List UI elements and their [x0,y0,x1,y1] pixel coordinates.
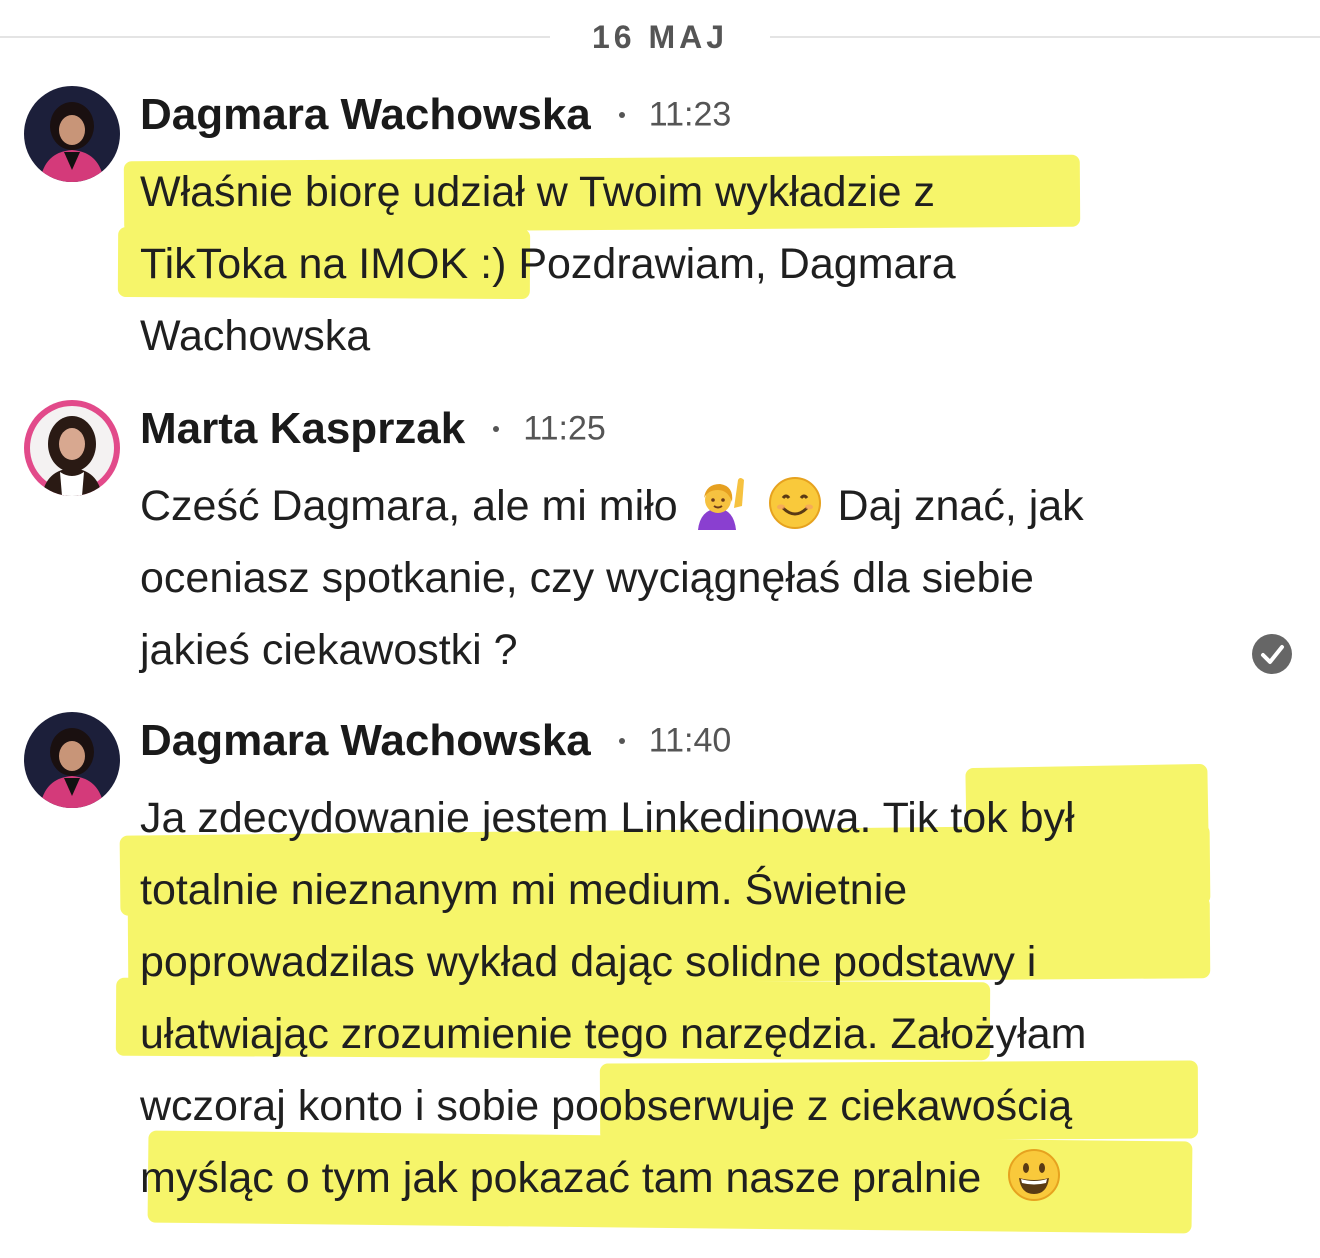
message-text-line: TikToka na IMOK :) Pozdrawiam, Dagmara [140,240,956,288]
avatar[interactable] [24,86,120,182]
divider [770,36,1320,38]
separator-dot [618,738,625,744]
sender-name[interactable]: Marta Kasprzak [140,404,465,453]
date-separator: 16 MAJ [0,14,1320,62]
message-text-line: wczoraj konto i sobie poobserwuje z ciek… [140,1082,1073,1130]
message-header: Dagmara Wachowska 11:40 [140,716,731,768]
message-text: Cześć Dagmara, ale mi miło [140,482,678,530]
avatar[interactable] [24,400,120,496]
message-header: Dagmara Wachowska 11:23 [140,90,731,142]
timestamp: 11:40 [648,721,732,760]
avatar[interactable] [24,712,120,808]
message-text-line: oceniasz spotkanie, czy wyciągnęłaś dla … [140,554,1034,602]
message-text-line: poprowadzilas wykład dając solidne podst… [140,938,1037,986]
raising-hand-emoji [694,476,748,530]
message-text-line: myśląc o tym jak pokazać tam nasze praln… [140,1142,1065,1214]
message-text-line: jakieś ciekawostki ? [140,626,518,674]
message-text-line: Cześć Dagmara, ale mi miło Daj znać, jak [140,470,1084,542]
separator-dot [493,426,500,432]
message-text-line: Ja zdecydowanie jestem Linkedinowa. Tik … [140,794,1075,842]
message-text-line: Wachowska [140,312,371,360]
sender-name[interactable]: Dagmara Wachowska [140,716,591,765]
message-text: myśląc o tym jak pokazać tam nasze praln… [140,1154,982,1202]
grinning-face-emoji [1007,1148,1061,1202]
message-header: Marta Kasprzak 11:25 [140,404,606,456]
message-text: Daj znać, jak [837,482,1084,530]
message-text-line: totalnie nieznanym mi medium. Świetnie [140,866,908,914]
timestamp: 11:25 [523,409,606,448]
divider [0,36,550,38]
message-text-line: ułatwiając zrozumienie tego narzędzia. Z… [140,1010,1087,1058]
separator-dot [618,112,625,118]
date-label: 16 MAJ [591,19,729,55]
check-icon [1252,634,1292,674]
message-text-line: Właśnie biorę udział w Twoim wykładzie z [140,168,935,216]
sender-name[interactable]: Dagmara Wachowska [140,90,591,139]
timestamp: 11:23 [648,95,732,134]
smiling-face-emoji [768,476,822,530]
